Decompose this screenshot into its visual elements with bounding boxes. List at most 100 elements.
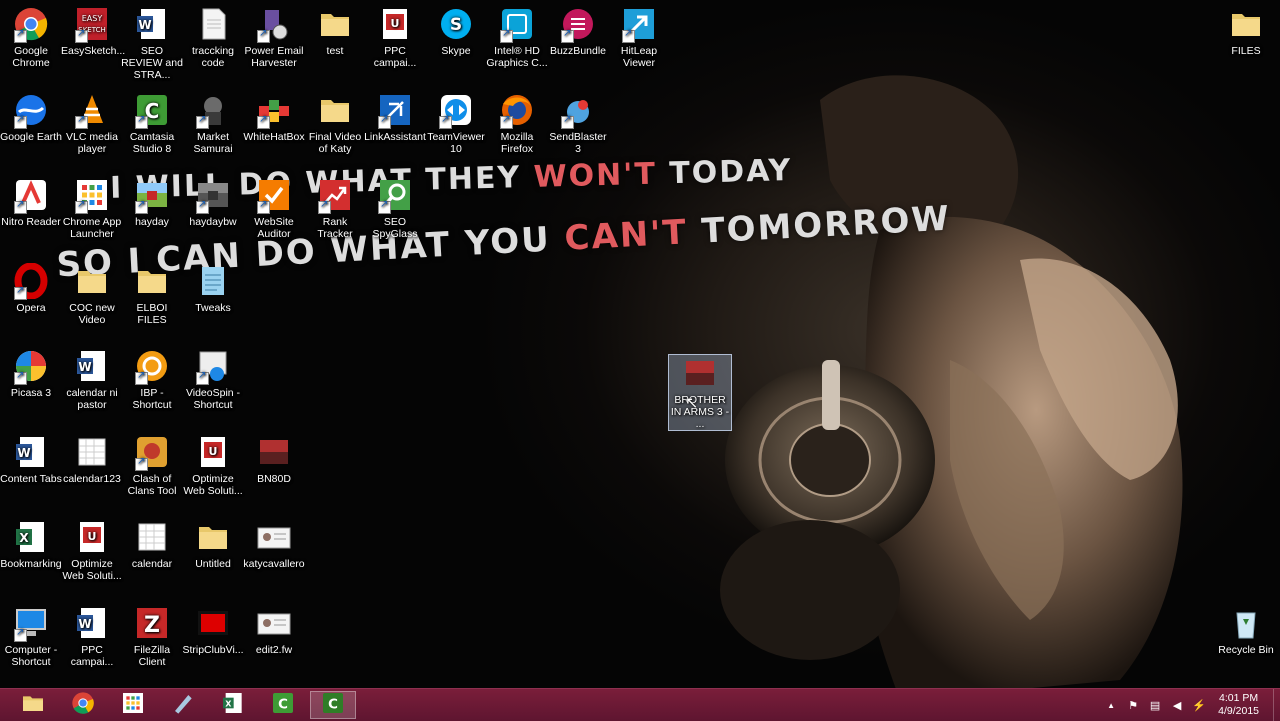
desktop-icon[interactable]: Power Email Harvester xyxy=(243,6,305,69)
desktop-icon[interactable]: SendBlaster 3 xyxy=(547,92,609,155)
desktop-icon[interactable]: Nitro Reader xyxy=(0,177,62,228)
up-arrow-icon[interactable]: ▲ xyxy=(1102,696,1120,714)
desktop-icon-label: Computer - Shortcut xyxy=(4,644,58,668)
desktop-icon[interactable]: W Content Tabs xyxy=(0,434,62,485)
desktop-icon[interactable]: Market Samurai xyxy=(182,92,244,155)
desktop-icon[interactable]: U Optimize Web Soluti... xyxy=(61,519,123,582)
desktop-icon-label: katycavallero xyxy=(243,558,305,570)
desktop-icon[interactable]: SEO SpyGlass xyxy=(364,177,426,240)
desktop-icon[interactable]: EASYSKETCH EasySketch... xyxy=(61,6,125,57)
folder-icon xyxy=(1228,6,1264,42)
desktop-icon[interactable]: StripClubVi... xyxy=(182,605,244,656)
teamviewer-icon xyxy=(438,92,474,129)
desktop-icon[interactable]: FILES xyxy=(1215,6,1277,57)
desktop-icon[interactable]: edit2.fw xyxy=(243,605,305,656)
desktop-icon[interactable]: VLC media player xyxy=(61,92,123,155)
desktop-icon[interactable]: hayday xyxy=(121,177,183,228)
taskbar-button[interactable] xyxy=(10,691,56,719)
folder-icon xyxy=(195,519,231,555)
shortcut-arrow-icon xyxy=(75,199,88,214)
power-icon[interactable]: ⚡ xyxy=(1190,696,1208,714)
desktop-icon[interactable]: ELBOI FILES xyxy=(121,263,183,326)
desktop-icon[interactable]: haydaybw xyxy=(182,177,244,228)
desktop-icon[interactable]: WhiteHatBox xyxy=(243,92,305,143)
desktop-icon[interactable]: Google Earth xyxy=(0,92,62,143)
desktop-icon[interactable]: U PPC campai... xyxy=(364,6,426,69)
desktop-icon[interactable]: WebSite Auditor xyxy=(243,177,305,240)
desktop-icon[interactable]: Chrome App Launcher xyxy=(61,177,123,240)
desktop-icon[interactable]: test xyxy=(304,6,366,57)
desktop-icon[interactable]: W SEO REVIEW and STRA... xyxy=(121,6,183,81)
taskbar-button[interactable] xyxy=(110,691,156,719)
desktop-icon[interactable]: BuzzBundle xyxy=(547,6,609,57)
desktop-icon[interactable]: Opera xyxy=(0,263,62,314)
shortcut-arrow-icon xyxy=(196,370,209,385)
desktop-icon[interactable]: COC new Video xyxy=(61,263,123,326)
pdf-icon: U xyxy=(74,519,110,555)
haydaybw-icon xyxy=(195,177,231,214)
clash-of-clans-icon xyxy=(134,434,170,471)
show-desktop-button[interactable] xyxy=(1273,689,1280,721)
taskbar-button[interactable] xyxy=(160,691,206,719)
desktop-icon[interactable]: Rank Tracker xyxy=(304,177,366,240)
desktop-icon[interactable]: CCamtasia Studio 8 xyxy=(121,92,183,155)
desktop-icon[interactable]: TeamViewer 10 xyxy=(425,92,487,155)
taskbar-button[interactable]: X xyxy=(210,691,256,719)
seo-spyglass-icon xyxy=(377,177,413,214)
desktop-icon[interactable]: Untitled xyxy=(182,519,244,570)
recycle-bin-icon xyxy=(1228,605,1264,641)
desktop-icon[interactable]: Recycle Bin xyxy=(1215,605,1277,656)
desktop-icon-label: Optimize Web Soluti... xyxy=(62,558,122,582)
desktop-icon[interactable]: Wcalendar ni pastor xyxy=(61,348,123,411)
desktop-icon[interactable]: Tweaks xyxy=(182,263,244,314)
desktop-icon[interactable]: traccking code xyxy=(182,6,244,69)
desktop-icon[interactable]: Clash of Clans Tool xyxy=(121,434,183,497)
desktop-icon[interactable]: W PPC campai... xyxy=(61,605,123,668)
clock[interactable]: 4:01 PM 4/9/2015 xyxy=(1218,692,1259,718)
desktop[interactable]: I WILL DO WHAT THEY WON'T TODAY SO I CAN… xyxy=(0,0,1280,688)
desktop-icon[interactable]: LinkAssistant xyxy=(364,92,426,143)
desktop-icon[interactable]: Final Video of Katy xyxy=(304,92,366,155)
desktop-icon[interactable]: Intel® HD Graphics C... xyxy=(486,6,548,69)
desktop-icon[interactable]: katycavallero xyxy=(243,519,305,570)
desktop-icon[interactable]: U Optimize Web Soluti... xyxy=(182,434,244,497)
taskbar-button[interactable]: C xyxy=(310,691,356,719)
desktop-icon-label: COC new Video xyxy=(69,302,115,326)
desktop-icon-label: Picasa 3 xyxy=(10,387,52,399)
desktop-icon[interactable]: VideoSpin - Shortcut xyxy=(182,348,244,411)
shortcut-arrow-icon xyxy=(622,28,635,43)
desktop-icon[interactable]: Mozilla Firefox xyxy=(486,92,548,155)
desktop-icon-label: calendar ni pastor xyxy=(66,387,118,411)
svg-text:U: U xyxy=(88,530,97,543)
taskbar-button[interactable]: C xyxy=(260,691,306,719)
network-icon[interactable]: ▤ xyxy=(1146,696,1164,714)
pen-tool-icon xyxy=(171,691,195,720)
desktop-icon[interactable]: HitLeap Viewer xyxy=(608,6,670,69)
desktop-icon[interactable]: Computer - Shortcut xyxy=(0,605,62,668)
desktop-icon[interactable]: calendar xyxy=(121,519,183,570)
id-card-icon xyxy=(256,519,292,555)
desktop-icon-label: Optimize Web Soluti... xyxy=(183,473,243,497)
desktop-icon[interactable]: BROTHER IN ARMS 3 - ... xyxy=(668,354,732,431)
intel-graphics-icon xyxy=(499,6,535,43)
desktop-icon[interactable]: calendar123 xyxy=(61,434,123,485)
desktop-icon[interactable]: BN80D xyxy=(243,434,305,485)
desktop-icon[interactable]: S Skype xyxy=(425,6,487,57)
vlc-icon xyxy=(74,92,110,129)
volume-icon[interactable]: ◀ xyxy=(1168,696,1186,714)
text-file-icon xyxy=(195,6,231,42)
desktop-icon-label: Recycle Bin xyxy=(1218,644,1274,656)
desktop-icon[interactable]: Picasa 3 xyxy=(0,348,62,399)
image-file-icon xyxy=(682,355,718,391)
desktop-icon[interactable]: Z FileZilla Client xyxy=(121,605,183,668)
computer-icon xyxy=(13,605,49,642)
desktop-icon[interactable]: X Bookmarking xyxy=(0,519,62,570)
taskbar-button[interactable] xyxy=(60,691,106,719)
flag-icon[interactable]: ⚑ xyxy=(1124,696,1142,714)
desktop-icon[interactable]: IBP - Shortcut xyxy=(121,348,183,411)
shortcut-arrow-icon xyxy=(135,456,148,471)
desktop-icon-label: Google Earth xyxy=(0,131,62,143)
camtasia-recorder-icon: C xyxy=(321,691,345,720)
desktop-icon-label: Camtasia Studio 8 xyxy=(129,131,175,155)
desktop-icon[interactable]: Google Chrome xyxy=(0,6,62,69)
